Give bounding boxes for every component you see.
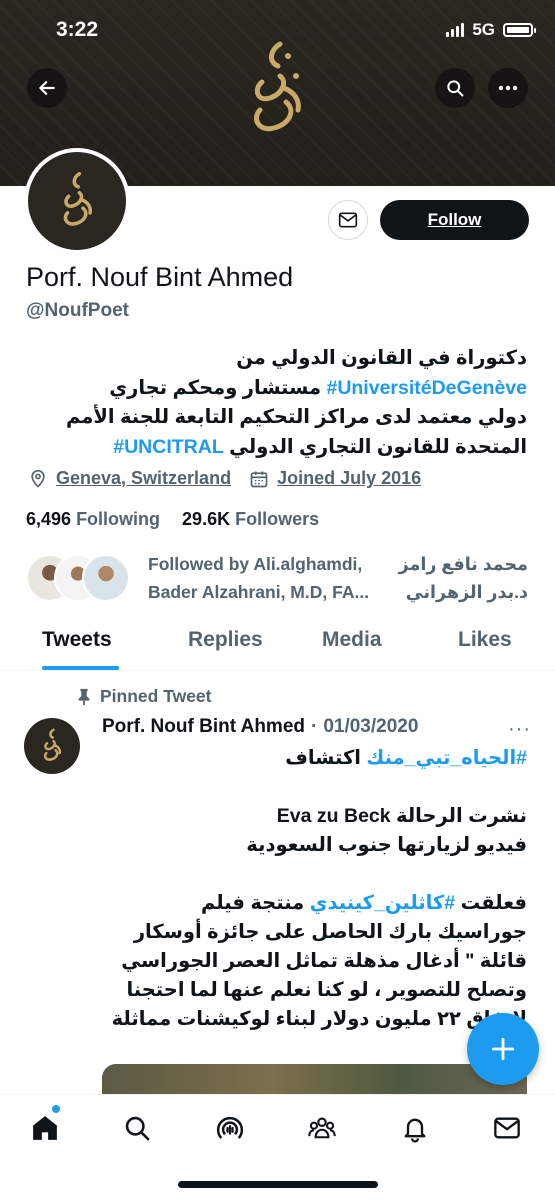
follow-button[interactable]: Follow — [380, 200, 529, 240]
profile-name: Porf. Nouf Bint Ahmed — [26, 262, 294, 292]
tab-likes[interactable]: Likes — [458, 628, 512, 652]
status-indicators: 5G — [446, 20, 536, 40]
followed-by-name: د.بدر الزهراني — [405, 582, 528, 602]
network-label: 5G — [472, 20, 495, 39]
back-arrow-icon — [39, 81, 55, 95]
location-link[interactable]: Geneva, Switzerland — [56, 468, 231, 489]
battery-icon — [503, 23, 536, 37]
profile-bio: دكتوراة في القانون الدولي من #Université… — [27, 344, 527, 462]
tweet-line: فعلقت — [455, 892, 527, 914]
bio-text: مستشار ومحكم تجاري — [109, 376, 327, 399]
joined-date[interactable]: Joined July 2016 — [277, 468, 421, 489]
plus-icon — [491, 1037, 515, 1061]
tweet-line: قائلة " أدغال مذهلة تماثل العصر الجوراسي — [121, 950, 527, 972]
nav-home[interactable] — [30, 1113, 60, 1143]
pinned-label: Pinned Tweet — [76, 686, 212, 707]
following-count: 6,496 — [26, 509, 72, 529]
tweet-date[interactable]: 01/03/2020 — [323, 716, 418, 738]
tweet-line: لإنفاق ٢٢ مليون دولار لبناء لوكيشنات مما… — [111, 1008, 527, 1030]
home-indicator — [178, 1181, 378, 1188]
banner-logo — [254, 41, 301, 132]
profile-meta: Geneva, Switzerland Joined July 2016 — [28, 468, 421, 489]
followed-by-avatars[interactable] — [26, 554, 134, 602]
tab-media[interactable]: Media — [322, 628, 382, 652]
bell-icon — [404, 1118, 426, 1143]
bio-line: دكتوراة في القانون الدولي من — [236, 347, 527, 369]
mail-icon — [338, 212, 358, 228]
profile-tabs: Tweets Replies Media Likes — [0, 620, 555, 671]
following-link[interactable]: 6,496 Following — [26, 509, 160, 530]
followers-count: 29.6K — [182, 509, 231, 529]
calendar-icon — [250, 471, 268, 487]
search-icon — [447, 80, 464, 97]
followed-by-name: محمد نافع رامز — [398, 554, 528, 574]
hashtag-link[interactable]: #الحياه_تبي_منك — [366, 747, 527, 769]
profile-avatar[interactable] — [24, 148, 130, 254]
tweet-separator: · — [311, 716, 318, 737]
profile-handle: @NoufPoet — [26, 300, 129, 321]
tweet-more-button[interactable]: ··· — [508, 718, 531, 741]
avatar-logo — [43, 728, 62, 761]
following-label: Following — [76, 509, 161, 529]
communities-icon — [308, 1117, 336, 1139]
follow-counts: 6,496 Following 29.6K Followers — [26, 509, 319, 530]
hashtag-link[interactable]: #كاثلين_كينيدي — [310, 892, 456, 914]
pinned-text: Pinned Tweet — [100, 686, 212, 706]
message-button[interactable] — [328, 200, 368, 240]
avatar-logo — [63, 171, 93, 226]
active-tab-indicator — [42, 666, 119, 670]
hashtag-link[interactable]: #UniversitéDeGenève — [326, 377, 527, 399]
followed-by-text[interactable]: Followed by Ali.alghamdi, محمد نافع رامز… — [148, 550, 528, 606]
followed-by-line: Bader Alzahrani, M.D, FA... — [148, 582, 370, 602]
followed-by-line: Followed by Ali.alghamdi, — [148, 554, 363, 574]
tweet-line: اكتشاف — [285, 747, 367, 769]
status-time: 3:22 — [56, 18, 99, 41]
tweet-header: Porf. Nouf Bint Ahmed · 01/03/2020 — [102, 716, 418, 738]
tweet-text: #الحياه_تبي_منك اكتشاف نشرت الرحالة Eva … — [97, 744, 527, 1034]
followers-link[interactable]: 29.6K Followers — [182, 509, 319, 530]
tab-replies[interactable]: Replies — [188, 628, 263, 652]
nav-explore[interactable] — [122, 1113, 152, 1143]
tweet-line: فيديو لزيارتها جنوب السعودية — [246, 834, 527, 856]
tweet-line: جوراسيك بارك الحاصل على جائزة أوسكار — [133, 921, 527, 943]
explore-icon — [125, 1116, 150, 1141]
more-icon — [498, 85, 518, 91]
pin-icon — [78, 688, 90, 705]
notification-dot — [52, 1105, 60, 1113]
nav-messages[interactable] — [492, 1113, 522, 1143]
bio-text: المتحدة للقانون التجاري الدولي — [223, 435, 527, 458]
hashtag-link[interactable]: #UNCITRAL — [113, 436, 224, 458]
followers-label: Followers — [235, 509, 320, 529]
nav-notifications[interactable] — [400, 1113, 430, 1143]
signal-icon — [446, 23, 465, 37]
tweet-line: منتجة فيلم — [200, 892, 310, 914]
nav-spaces[interactable] — [215, 1113, 245, 1143]
messages-icon — [494, 1117, 520, 1139]
tweet-avatar[interactable] — [24, 718, 80, 774]
tweet-line: وتصلح للتصوير ، لو كنا نعلم عنها لما احت… — [126, 979, 527, 1001]
more-options-button[interactable] — [488, 68, 528, 108]
avatar — [82, 554, 130, 602]
bio-line: دولي معتمد لدى مراكز التحكيم التابعة للج… — [65, 406, 527, 428]
tweet-author[interactable]: Porf. Nouf Bint Ahmed — [102, 716, 305, 738]
back-button[interactable] — [27, 68, 67, 108]
spaces-icon — [216, 1116, 244, 1139]
tweet-line: نشرت الرحالة Eva zu Beck — [276, 805, 527, 827]
home-icon — [33, 1116, 57, 1140]
search-button[interactable] — [435, 68, 475, 108]
location-icon — [31, 469, 45, 488]
tab-tweets[interactable]: Tweets — [42, 628, 112, 652]
compose-tweet-button[interactable] — [467, 1013, 539, 1085]
nav-communities[interactable] — [307, 1113, 337, 1143]
